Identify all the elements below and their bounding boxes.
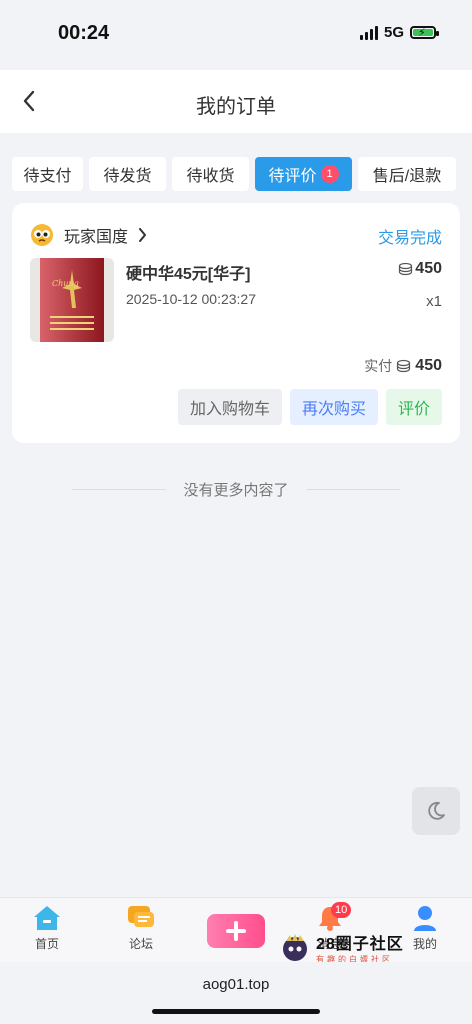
page-title: 我的订单 — [196, 96, 276, 118]
notification-badge: 10 — [331, 902, 352, 918]
nav-forum-label: 论坛 — [128, 937, 153, 951]
status-bar: 00:24 5G ⚡ — [0, 0, 472, 70]
order-actions: 加入购物车 再次购买 评价 — [177, 389, 442, 425]
battery-icon: ⚡ — [410, 26, 439, 39]
divider — [306, 489, 401, 490]
buy-again-button[interactable]: 再次购买 — [289, 389, 378, 425]
order-time: 2025-10-12 00:23:27 — [126, 291, 256, 307]
nav-forum[interactable]: 论坛 — [106, 904, 176, 952]
dark-mode-toggle[interactable] — [412, 787, 460, 835]
chevron-right-icon — [139, 228, 147, 242]
network-type: 5G — [383, 24, 404, 41]
price: 450 — [398, 260, 442, 278]
product-image[interactable]: Chung — [30, 258, 114, 342]
tab-pending-shipment[interactable]: 待发货 — [89, 157, 166, 191]
order-card: 玩家国度 交易完成 Chung 硬中华45元[华子] 2025-10-12 00… — [12, 203, 460, 443]
watermark-logo-icon — [283, 933, 307, 961]
nav-home[interactable]: 首页 — [12, 904, 82, 952]
tab-after-sales[interactable]: 售后/退款 — [358, 157, 456, 191]
status-time: 00:24 — [58, 22, 110, 44]
shop-name: 玩家国度 — [64, 229, 129, 246]
user-icon — [414, 906, 436, 931]
add-to-cart-button[interactable]: 加入购物车 — [177, 389, 282, 425]
product-name[interactable]: 硬中华45元[华子] — [126, 260, 250, 284]
shop-link[interactable]: 玩家国度 — [30, 223, 147, 247]
list-end-text: 没有更多内容了 — [183, 482, 289, 499]
coin-icon — [399, 262, 413, 275]
coin-icon — [397, 359, 411, 372]
quantity: x1 — [426, 293, 442, 310]
paid-total: 实付 450 — [364, 356, 442, 376]
price-value: 450 — [415, 260, 442, 277]
nav-profile-label: 我的 — [412, 937, 437, 951]
svg-text:Chung: Chung — [52, 279, 79, 288]
home-icon — [34, 906, 60, 930]
review-button[interactable]: 评价 — [385, 389, 442, 425]
order-status: 交易完成 — [377, 230, 442, 247]
moon-icon — [428, 801, 445, 820]
url-text: aog01.top — [202, 976, 270, 993]
signal-icon — [359, 25, 378, 40]
watermark: 28圈子社区 有趣的白嫖社区 — [280, 930, 404, 965]
watermark-title: 28圈子社区 — [316, 936, 404, 953]
list-end: 没有更多内容了 — [72, 479, 401, 500]
paid-amount: 450 — [415, 357, 442, 374]
divider — [72, 489, 166, 490]
status-icons: 5G ⚡ — [359, 24, 439, 41]
tab-pending-receipt[interactable]: 待收货 — [172, 157, 249, 191]
tab-badge: 1 — [320, 165, 339, 183]
home-indicator[interactable] — [152, 1009, 320, 1014]
nav-home-label: 首页 — [34, 937, 59, 951]
shop-avatar-icon — [31, 224, 53, 246]
paid-label: 实付 — [364, 358, 393, 374]
tab-pending-payment[interactable]: 待支付 — [12, 157, 83, 191]
plus-icon — [226, 921, 246, 941]
forum-icon — [128, 906, 154, 927]
create-post-button[interactable] — [207, 914, 265, 948]
header: 我的订单 — [0, 70, 472, 133]
order-tabs: 待支付 待发货 待收货 待评价 1 售后/退款 — [12, 157, 460, 191]
tab-pending-review[interactable]: 待评价 1 — [255, 157, 352, 191]
browser-url-bar[interactable]: aog01.top — [0, 962, 472, 1024]
